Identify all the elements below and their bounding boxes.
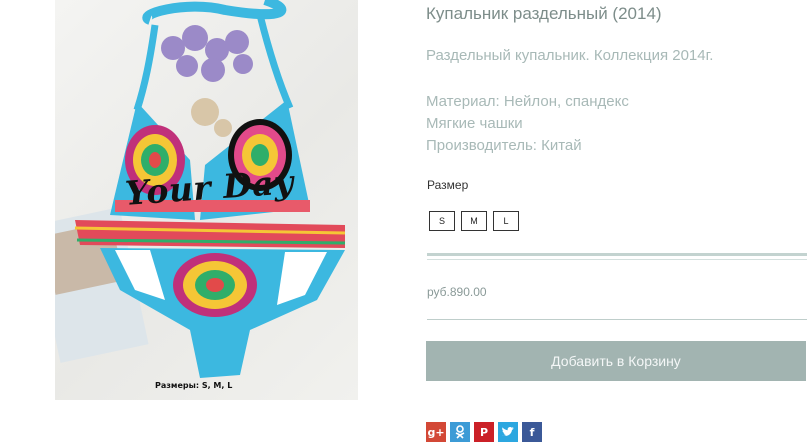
- size-option-l[interactable]: L: [493, 211, 519, 231]
- facebook-icon[interactable]: f: [522, 422, 542, 442]
- product-price: руб.890.00: [427, 285, 487, 299]
- size-label: Размер: [427, 178, 469, 192]
- product-image[interactable]: Your Day Размеры: S, M, L: [55, 0, 358, 400]
- divider: [427, 253, 807, 256]
- share-bar: g+ P f: [426, 422, 542, 442]
- size-selector: S M L: [429, 211, 519, 231]
- spec-material: Материал: Нейлон, спандекс: [426, 93, 629, 110]
- odnoklassniki-glyph-icon: [455, 425, 465, 439]
- size-option-m[interactable]: M: [461, 211, 487, 231]
- spec-cups: Мягкие чашки: [426, 115, 523, 132]
- twitter-icon[interactable]: [498, 422, 518, 442]
- photo-caption: Размеры: S, M, L: [155, 381, 233, 390]
- product-title: Купальник раздельный (2014): [426, 4, 662, 23]
- google-plus-icon[interactable]: g+: [426, 422, 446, 442]
- add-to-cart-button[interactable]: Добавить в Корзину: [426, 341, 806, 381]
- product-description: Раздельный купальник. Коллекция 2014г.: [426, 47, 714, 64]
- bird-glyph-icon: [502, 426, 514, 436]
- spec-manufacturer: Производитель: Китай: [426, 137, 582, 154]
- odnoklassniki-icon[interactable]: [450, 422, 470, 442]
- divider: [427, 259, 807, 260]
- product-specs: Материал: Нейлон, спандекс Мягкие чашки …: [426, 91, 629, 157]
- divider: [427, 319, 807, 320]
- pinterest-icon[interactable]: P: [474, 422, 494, 442]
- size-option-s[interactable]: S: [429, 211, 455, 231]
